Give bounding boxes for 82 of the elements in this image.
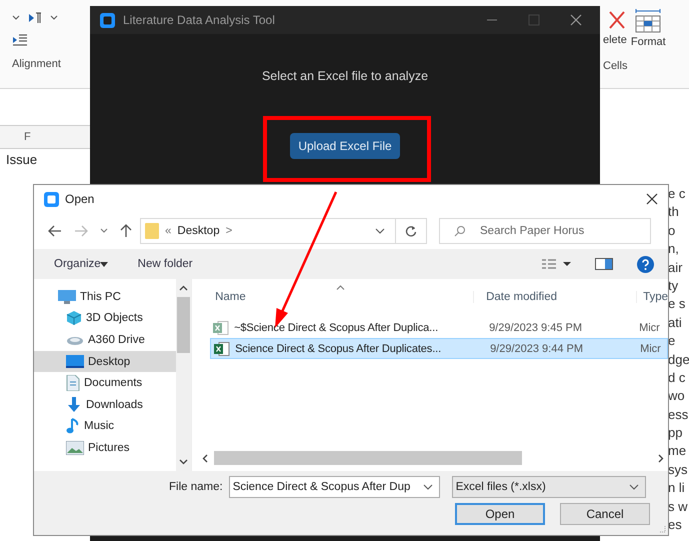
text-fragment: ati	[668, 314, 683, 330]
format-icon	[633, 8, 664, 34]
window-title: Literature Data Analysis Tool	[123, 13, 275, 27]
dropdown-icon[interactable]	[375, 228, 385, 234]
text-fragment: s w	[668, 498, 688, 514]
view-options-icon[interactable]	[541, 258, 571, 270]
computer-icon	[58, 290, 76, 304]
folder-icon	[145, 223, 159, 239]
new-folder-button[interactable]: New folder	[138, 258, 193, 270]
text-fragment: wo	[668, 388, 686, 404]
file-row[interactable]: Science Direct & Scopus After Duplicates... 9/29/2023 9:44 PM Micr	[210, 338, 668, 359]
app-icon	[100, 12, 115, 28]
chevron-down-icon	[628, 484, 639, 490]
ribbon-button[interactable]: Format	[630, 8, 666, 48]
open-button[interactable]: Open	[455, 503, 545, 525]
column-header[interactable]: Date modified	[473, 291, 636, 303]
sort-icon	[336, 285, 346, 290]
prompt-text: Select an Excel file to analyze	[262, 69, 428, 83]
download-icon	[66, 396, 82, 413]
refresh-button[interactable]	[395, 218, 427, 244]
preview-pane-icon[interactable]	[595, 258, 613, 270]
scroll-left-icon[interactable]	[202, 454, 208, 462]
scroll-right-icon[interactable]	[658, 454, 664, 462]
caret-icon	[100, 262, 108, 266]
text-fragment: th	[668, 204, 680, 220]
dropdown-icon[interactable]	[50, 15, 58, 21]
nav-item[interactable]: Documents	[34, 372, 176, 394]
pictures-icon	[66, 440, 84, 455]
cube-icon	[66, 310, 82, 326]
dropdown-icon[interactable]	[12, 15, 20, 21]
close-icon[interactable]	[570, 14, 582, 26]
nav-item[interactable]: Music	[34, 416, 176, 438]
chevron-down-icon	[422, 484, 433, 490]
file-name-field[interactable]: Science Direct & Scopus After Dup	[228, 476, 440, 498]
text-fragment: es	[668, 517, 683, 532]
table-cell: Issue	[6, 152, 38, 167]
scroll-up-icon[interactable]	[179, 285, 188, 291]
search-field[interactable]: Search Paper Horus	[439, 218, 651, 244]
scroll-down-icon[interactable]	[179, 459, 188, 465]
address-bar[interactable]: « Desktop >	[140, 218, 396, 244]
text-fragment: n,	[668, 241, 680, 256]
refresh-icon	[405, 225, 417, 237]
ribbon-group-label: Cells	[603, 60, 628, 72]
text-fragment: me	[668, 443, 688, 458]
text-fragment: air	[668, 260, 684, 275]
dropdown-icon[interactable]	[100, 228, 108, 234]
text-direction-icon[interactable]	[28, 12, 42, 24]
music-note-icon	[66, 418, 80, 434]
indent-icon[interactable]	[12, 34, 28, 46]
text-fragment: ess	[668, 406, 689, 422]
file-row[interactable]: ~$Science Direct & Scopus After Duplica... 9/29/2023 9:45 PM Micr	[210, 317, 668, 338]
cancel-button[interactable]: Cancel	[560, 503, 650, 525]
search-icon	[454, 225, 466, 237]
column-header[interactable]: Name	[210, 291, 474, 303]
text-fragment: n li	[668, 480, 686, 496]
up-icon[interactable]	[120, 224, 132, 238]
upload-button[interactable]: Upload Excel File	[290, 133, 400, 159]
text-fragment: ty	[668, 278, 680, 293]
text-fragment: pp	[668, 425, 684, 440]
nav-item[interactable]: Desktop	[34, 350, 176, 372]
nav-item[interactable]: 3D Objects	[34, 308, 176, 330]
nav-item[interactable]: This PC	[34, 286, 176, 308]
desktop-icon	[66, 355, 84, 368]
text-fragment: sys	[668, 462, 688, 477]
nav-item[interactable]: Downloads	[34, 394, 176, 416]
document-icon	[66, 375, 80, 392]
column-header[interactable]: Type	[636, 291, 668, 303]
organize-menu[interactable]: Organize	[54, 258, 108, 270]
ribbon-button[interactable]: elete	[603, 8, 627, 48]
resize-grip-icon[interactable]	[658, 525, 666, 533]
app-icon	[44, 192, 59, 206]
close-icon[interactable]	[646, 193, 658, 205]
dialog-title: Open	[65, 192, 94, 206]
file-type-dropdown[interactable]: Excel files (*.xlsx)	[452, 476, 646, 498]
text-fragment: dge	[668, 352, 689, 367]
back-icon[interactable]	[48, 225, 62, 237]
ribbon-group-label: Alignment	[12, 58, 62, 70]
column-header[interactable]: F	[24, 131, 31, 143]
help-icon[interactable]	[637, 256, 654, 272]
nav-item[interactable]: A360 Drive	[34, 329, 176, 351]
nav-item[interactable]: Pictures	[34, 437, 176, 459]
file-name-label: File name:	[169, 481, 223, 493]
